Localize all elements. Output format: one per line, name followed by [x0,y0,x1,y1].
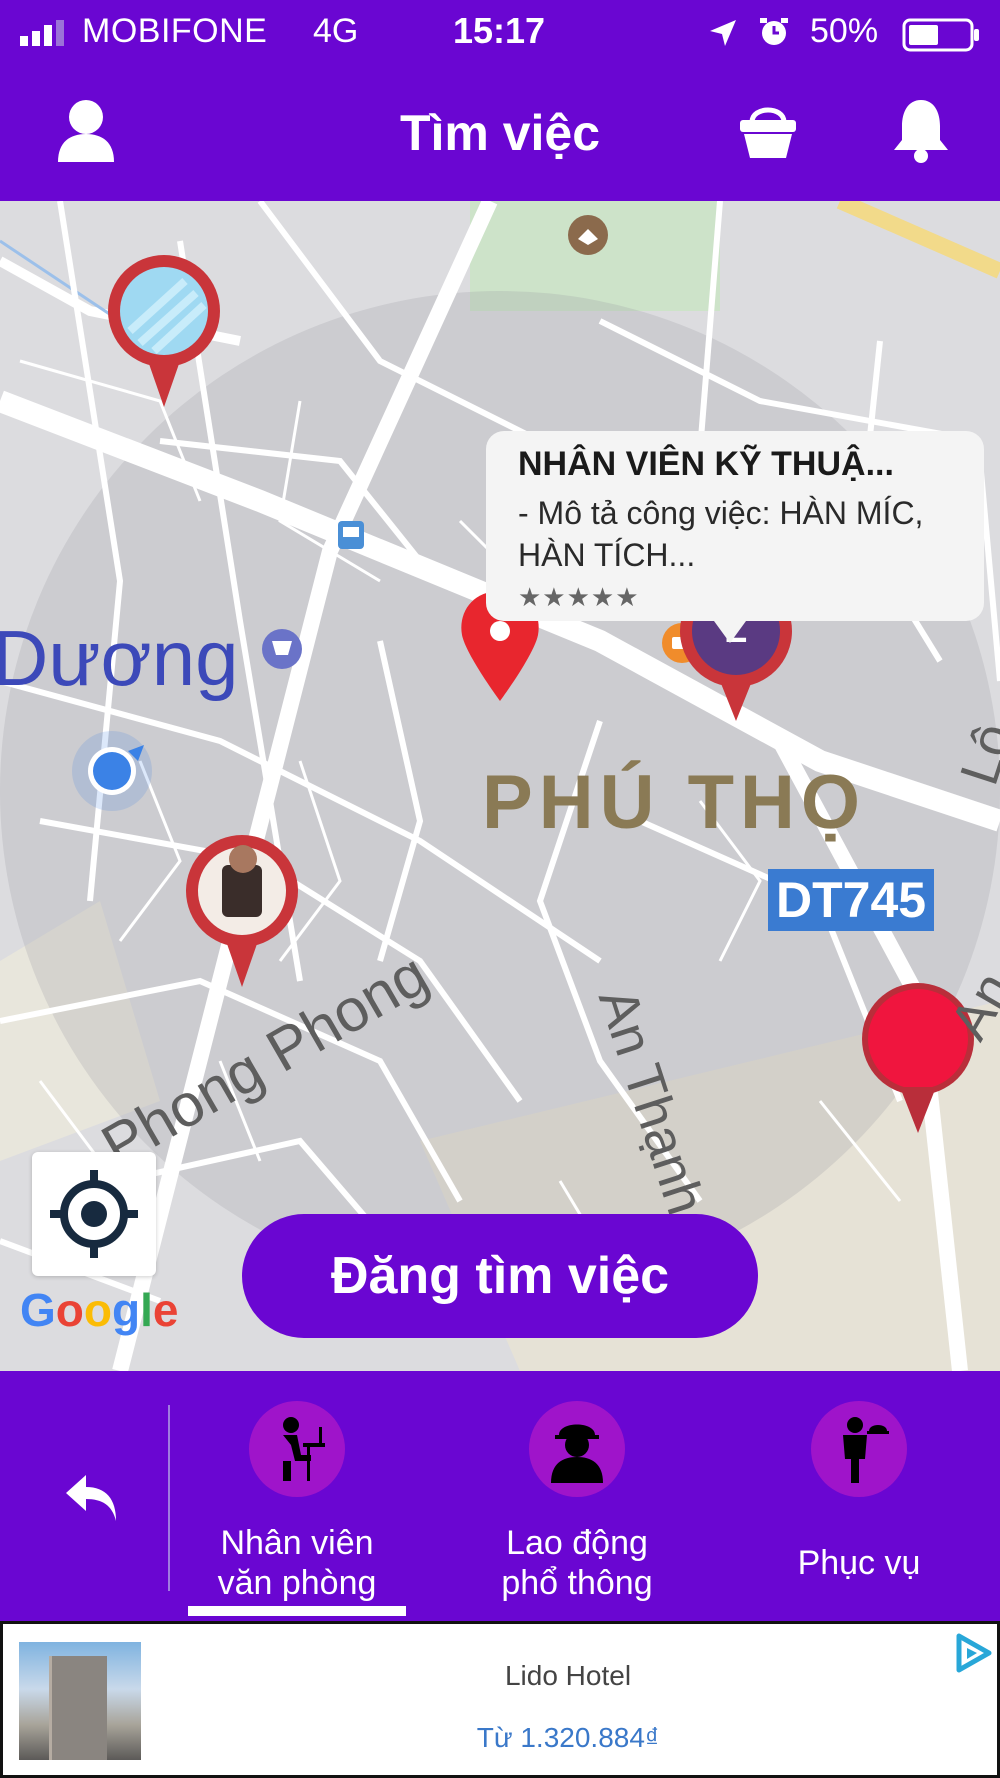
adchoices-icon[interactable] [953,1632,993,1674]
ad-price: Từ 1.320.884₫ [476,1722,660,1753]
rating-stars: ★★★★★ [518,582,640,612]
category-service[interactable]: Phục vụ [734,1401,984,1583]
category-label: Lao động phổ thông [501,1524,653,1602]
user-location-dot [72,731,152,811]
post-job-search-button[interactable]: Đăng tìm việc [242,1214,758,1338]
ad-banner[interactable]: Lido Hotel Từ 1.320.884₫ [0,1621,1000,1778]
clock: 15:17 [453,10,546,51]
carrier-name: MOBIFONE [82,12,268,50]
shopping-poi-icon [262,629,302,669]
divider [168,1405,170,1591]
status-bar: MOBIFONE 4G 15:17 50% [0,0,1000,68]
google-logo: Google [20,1284,179,1336]
waiter-icon-circle [811,1401,907,1497]
location-arrow-icon [710,20,736,46]
construction-worker-icon-circle [529,1401,625,1497]
office-worker-icon [283,1417,325,1481]
alarm-icon [760,18,788,45]
job-map[interactable]: Dương PHÚ THỌ DT745 Phong Phong An Thạnh… [0,201,1000,1371]
bus-stop-icon [338,521,364,549]
road-badge: DT745 [768,869,935,931]
battery-icon [902,18,979,52]
back-arrow-icon[interactable] [62,1469,122,1525]
ad-hotel-name: Lido Hotel [504,1660,632,1691]
crosshair-icon [50,1170,138,1258]
job-callout[interactable]: NHÂN VIÊN KỸ THUẬ... - Mô tả công việc: … [486,431,984,643]
my-location-button[interactable] [32,1152,156,1276]
office-worker-icon-circle [249,1401,345,1497]
category-label: Phục vụ [797,1544,921,1582]
app-header: Tìm việc [0,68,1000,201]
selected-tab-indicator [188,1606,406,1616]
district-label: Dương [0,614,239,702]
ward-label: PHÚ THỌ [482,760,866,845]
battery-percent: 50% [810,12,879,50]
waiter-icon [843,1417,889,1483]
basket-icon[interactable] [738,100,798,160]
page-title: Tìm việc [399,105,601,161]
callout-description: - Mô tả công việc: HÀN MÍC, HÀN TÍCH... [518,495,924,573]
category-office-worker[interactable]: Nhân viên văn phòng [172,1401,422,1603]
signal-icon [20,20,64,46]
construction-worker-icon [551,1424,603,1483]
bell-icon[interactable] [890,96,952,164]
callout-title: NHÂN VIÊN KỸ THUẬ... [518,445,894,483]
category-label: Nhân viên văn phòng [217,1524,377,1602]
category-bar: Nhân viên văn phòng Lao động phổ thông P… [0,1371,1000,1621]
atm-poi-icon [568,215,608,255]
category-general-labor[interactable]: Lao động phổ thông [452,1401,702,1603]
network-type: 4G [313,12,359,50]
